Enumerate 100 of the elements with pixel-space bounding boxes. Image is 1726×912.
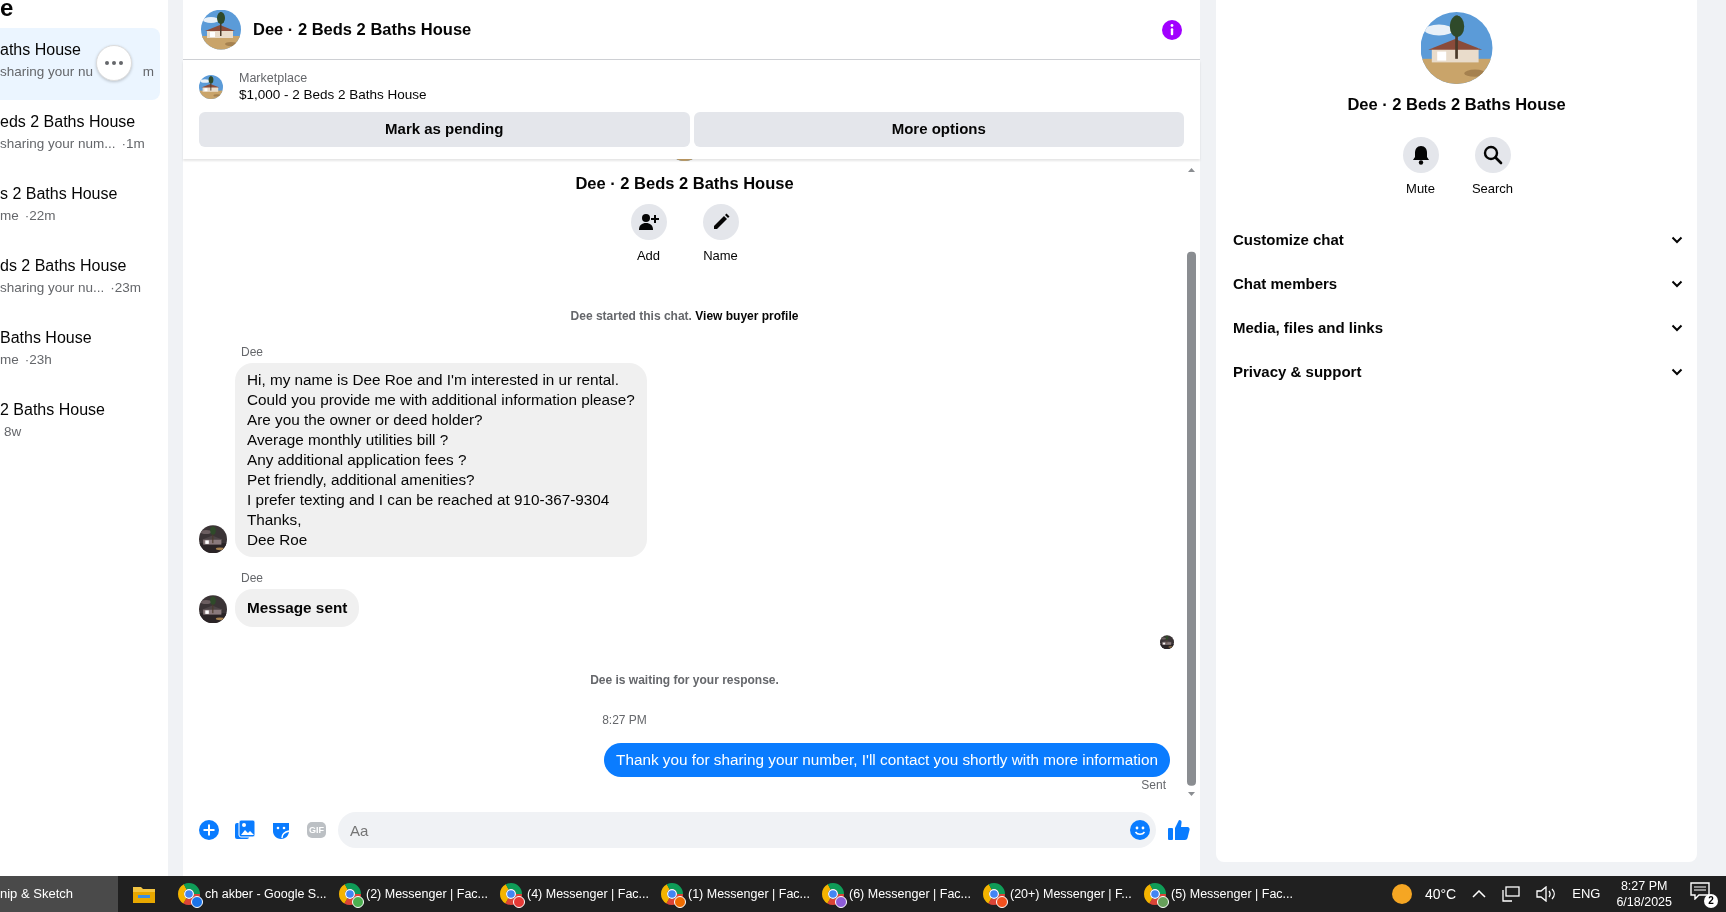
mute-button[interactable] — [1402, 136, 1439, 173]
mark-pending-button[interactable]: Mark as pending — [199, 112, 690, 147]
message-preview: sharing your nu — [0, 63, 94, 81]
section-label: Chat members — [1233, 274, 1338, 294]
taskbar-label: (4) Messenger | Fac... — [527, 885, 650, 903]
taskbar-item[interactable]: (6) Messenger | Fac... — [814, 876, 975, 912]
conversation-item[interactable]: Baths House me ·23h — [0, 316, 160, 388]
clock-date: 6/18/2025 — [1616, 894, 1672, 910]
taskbar-label: (6) Messenger | Fac... — [849, 885, 972, 903]
taskbar-app[interactable]: nip & Sketch — [0, 876, 118, 912]
conversation-item[interactable]: ds 2 Baths House sharing your nu... ·23m — [0, 244, 160, 316]
message-time: m — [142, 63, 154, 81]
add-person-icon — [638, 212, 659, 231]
button-label: Search — [1471, 179, 1514, 198]
section-row[interactable]: Privacy & support — [1216, 350, 1697, 395]
add-button[interactable] — [630, 203, 667, 240]
intro-title: Dee · 2 Beds 2 Baths House — [575, 173, 794, 194]
info-icon[interactable] — [1162, 20, 1182, 41]
section-row[interactable]: Media, files and links — [1216, 306, 1697, 351]
sender-name: Dee — [241, 344, 264, 362]
listing-title: $1,000 - 2 Beds 2 Baths House — [239, 86, 427, 104]
waiting-note: Dee is waiting for your response. — [590, 672, 779, 690]
language-indicator[interactable]: ENG — [1572, 884, 1601, 904]
message-status: Sent — [1141, 777, 1166, 794]
section-row[interactable]: Chat members — [1216, 262, 1697, 307]
folder-icon[interactable] — [132, 884, 156, 904]
message-time: 8w — [4, 423, 22, 441]
chevron-icon — [1671, 236, 1683, 245]
conversation-item[interactable]: s 2 Baths House me ·22m — [0, 172, 160, 244]
more-button[interactable] — [96, 45, 132, 81]
button-label: Add — [636, 246, 661, 265]
buyer-profile-link[interactable]: View buyer profile — [695, 309, 799, 324]
conversation-title: s 2 Baths House — [0, 184, 119, 204]
message-time: ·23h — [24, 351, 52, 369]
volume-icon[interactable] — [1536, 886, 1557, 902]
emoji-icon[interactable] — [1130, 820, 1150, 840]
taskbar-label: (5) Messenger | Fac... — [1171, 885, 1294, 903]
message-time: ·23m — [110, 279, 142, 297]
pencil-icon — [711, 212, 730, 231]
chevron-icon — [1671, 324, 1683, 333]
taskbar-item[interactable]: (2) Messenger | Fac... — [331, 876, 492, 912]
section-label: Privacy & support — [1233, 362, 1362, 382]
section-label: Customize chat — [1233, 230, 1344, 250]
conversation-title: Baths House — [0, 328, 93, 348]
image-icon[interactable] — [235, 820, 255, 840]
chevron-icon — [1671, 368, 1683, 377]
button-label: Mute — [1406, 179, 1435, 198]
conversation-title: ds 2 Baths House — [0, 256, 128, 276]
notification-button[interactable]: 2 — [1688, 880, 1718, 908]
taskbar-item[interactable]: ch akber - Google S... — [170, 876, 331, 912]
conversation-item[interactable]: aths House sharing your nu m — [0, 28, 160, 100]
chat-title: Dee · 2 Beds 2 Baths House — [253, 19, 472, 41]
page-title: e — [0, 0, 15, 22]
search-icon — [1482, 144, 1503, 165]
message-time: ·1m — [121, 135, 145, 153]
clock-time: 8:27 PM — [1620, 878, 1668, 894]
taskbar-item[interactable]: (4) Messenger | Fac... — [492, 876, 653, 912]
taskbar-label: (20+) Messenger | F... — [1010, 885, 1132, 903]
chat-started-note: Dee started this chat. View buyer profile — [570, 308, 799, 326]
message-time: ·22m — [24, 207, 56, 225]
taskbar-label: ch akber - Google S... — [205, 885, 327, 903]
more-options-button[interactable]: More options — [693, 112, 1184, 147]
name-button[interactable] — [702, 203, 739, 240]
message-preview: sharing your num... — [0, 135, 116, 153]
timestamp: 8:27 PM — [602, 712, 647, 730]
message-bubble: Thank you for sharing your number, I'll contact you shortly with more information — [604, 743, 1170, 778]
taskbar-item[interactable]: (20+) Messenger | F... — [975, 876, 1136, 912]
button-label: Name — [703, 246, 738, 265]
search-button[interactable] — [1474, 136, 1511, 173]
listing-label: Marketplace — [239, 70, 309, 86]
network-icon[interactable] — [1502, 886, 1521, 902]
taskbar-label: (2) Messenger | Fac... — [366, 885, 489, 903]
message-preview: sharing your nu... — [0, 279, 105, 297]
details-title: Dee · 2 Beds 2 Baths House — [1347, 94, 1566, 115]
plus-icon[interactable] — [199, 820, 219, 840]
sun-icon — [1390, 883, 1413, 905]
chevron-up-icon[interactable] — [1472, 890, 1487, 898]
bell-icon — [1411, 144, 1430, 165]
notification-icon — [1690, 882, 1710, 900]
thumbs-up-icon[interactable] — [1168, 819, 1190, 841]
taskbar-label: (1) Messenger | Fac... — [688, 885, 811, 903]
conversation-item[interactable]: 2 Baths House 8w — [0, 388, 160, 460]
message-preview: me — [0, 351, 19, 369]
conversation-title: eds 2 Baths House — [0, 112, 137, 132]
message-input[interactable]: Aa — [338, 812, 1156, 848]
taskbar-item[interactable]: (1) Messenger | Fac... — [653, 876, 814, 912]
section-row[interactable]: Customize chat — [1216, 218, 1697, 263]
conversation-title: 2 Baths House — [0, 400, 106, 420]
more-icon — [105, 61, 123, 65]
sender-name: Dee — [241, 570, 264, 588]
chevron-icon — [1671, 280, 1683, 289]
taskbar-item[interactable]: (5) Messenger | Fac... — [1136, 876, 1297, 912]
message-preview: me — [0, 207, 19, 225]
sticker-icon[interactable] — [271, 820, 291, 840]
notification-count: 2 — [1704, 894, 1718, 908]
conversation-item[interactable]: eds 2 Baths House sharing your num... ·1m — [0, 100, 160, 172]
message-bubble: Hi, my name is Dee Roe and I'm interested in ur rental. Could you provide me with additional information please? Are you the owner or deed holder? Average monthly utilities bill ? Any additional application fees ? Pet friendly, additional amenities? I prefer texting and I can be reached at 910-367-9304 Thanks, Dee Roe — [235, 363, 647, 558]
section-label: Media, files and links — [1233, 318, 1384, 338]
conversation-title: aths House — [0, 40, 82, 60]
message-bubble: Message sent — [235, 589, 360, 628]
